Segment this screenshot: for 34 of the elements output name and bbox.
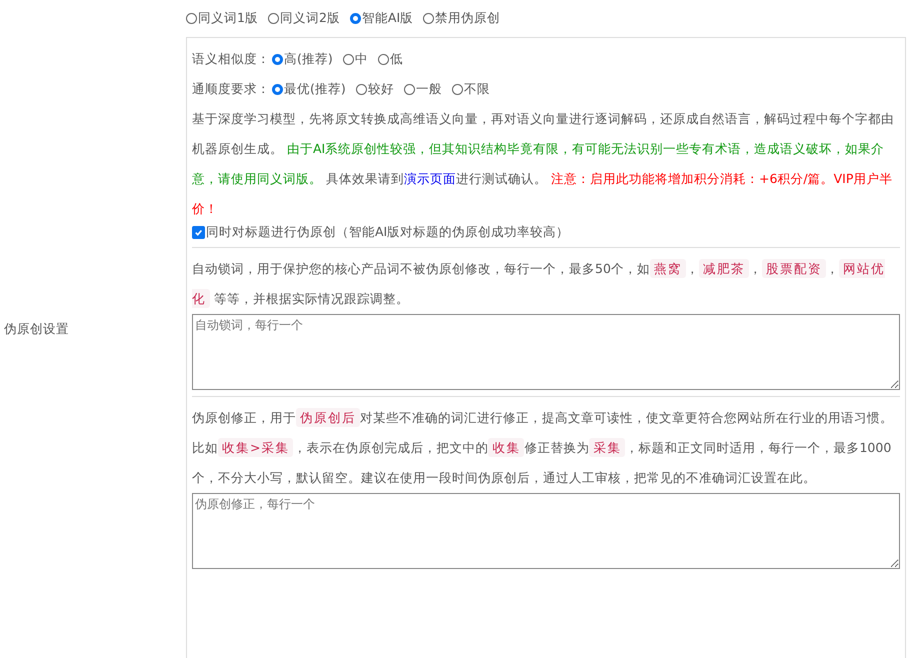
radio-button[interactable] [272, 84, 283, 94]
ai-description: 基于深度学习模型，先将原文转换成高维语义向量，再对语义向量进行逐词解码，还原成自然语言，解码过程中每个字都由机器原创生成。 由于AI系统原创性较强，但其知识结构毕竟有限，有可能无法识别一些专有术语，造成语义破坏，如果介意，请使用同义词版。 具体效果请到演示页面进行测试确认。 注意：启用此功能将增加积分消耗：+6积分/篇。VIP用户半价！ [192, 110, 895, 218]
radio-button[interactable] [404, 84, 415, 94]
option-label: 通顺度要求： [192, 80, 270, 98]
radio-label[interactable]: 同义词1版 [198, 10, 258, 27]
checkmark-icon [194, 228, 203, 237]
radio-button[interactable] [356, 84, 367, 94]
radio-label[interactable]: 中 [354, 50, 368, 68]
radio-button[interactable] [452, 84, 463, 94]
radio-label[interactable]: 一般 [416, 80, 442, 98]
radio-button[interactable] [186, 13, 197, 24]
radio-button[interactable] [272, 54, 283, 64]
radio-button[interactable] [350, 13, 361, 24]
demo-page-link[interactable]: 演示页面 [404, 171, 456, 186]
radio-label[interactable]: 高(推荐) [284, 50, 333, 68]
radio-label[interactable]: 不限 [464, 80, 490, 98]
radio-label[interactable]: 同义词2版 [280, 10, 340, 27]
radio-label[interactable]: 禁用伪原创 [435, 10, 500, 27]
corrections-description: 伪原创修正，用于 伪原创后 对某些不准确的词汇进行修正，提高文章可读性，使文章更符合您网站所在行业的用语习惯。比如 收集>采集 ，表示在伪原创完成后，把文中的 收集 修正替换为 采集 ，标题和正文同时适用，每行一个，最多1000个，不分大小写，默认留空。建议在使用一段时间伪原创后，通过人工审核，把常见的不准确词汇设置在此。 [192, 407, 894, 487]
radio-label[interactable]: 最优(推荐) [284, 80, 346, 98]
lock-words-field[interactable]: 自动锁词，每行一个 [192, 314, 900, 390]
checkbox-label[interactable]: 同时对标题进行伪原创（智能AI版对标题的伪原创成功率较高） [206, 224, 570, 241]
radio-button[interactable] [423, 13, 434, 24]
option-label: 语义相似度： [192, 50, 270, 68]
radio-label[interactable]: 低 [390, 50, 403, 68]
checkbox[interactable] [192, 226, 205, 239]
radio-button[interactable] [268, 13, 279, 24]
radio-label[interactable]: 较好 [368, 80, 394, 98]
section-label: 伪原创设置 [4, 320, 69, 338]
radio-button[interactable] [378, 54, 389, 64]
radio-button[interactable] [342, 54, 354, 64]
corrections-field[interactable]: 伪原创修正，每行一个 [192, 493, 900, 569]
lock-words-description: 自动锁词，用于保护您的核心产品词不被伪原创修改，每行一个，最多50个，如 燕窝 ， 减肥茶 ， 股票配资 ， 网站优化 等等，并根据实际情况跟踪调整。 [192, 258, 886, 310]
radio-label[interactable]: 智能AI版 [362, 10, 414, 27]
